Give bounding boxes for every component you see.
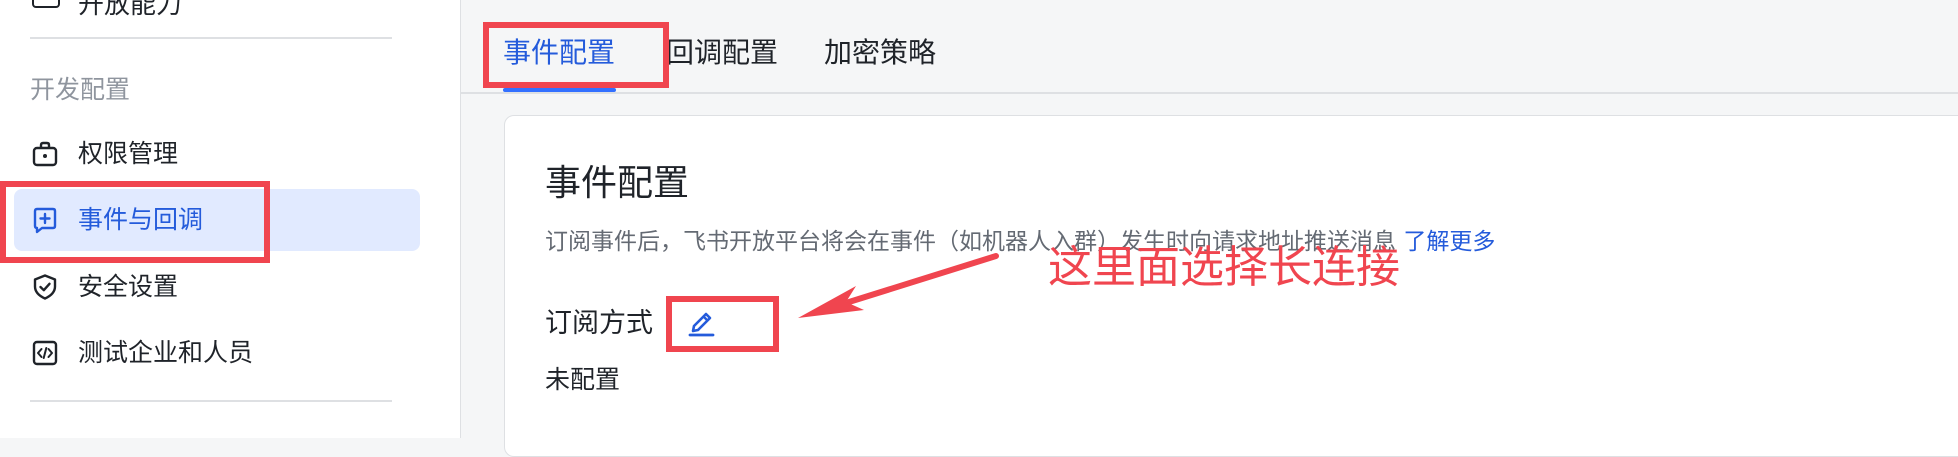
sidebar-item-test-enterprise[interactable]: 测试企业和人员 — [14, 322, 420, 384]
sidebar-item-permissions[interactable]: 权限管理 — [14, 123, 420, 185]
pencil-icon[interactable] — [686, 306, 716, 338]
tab-encryption-strategy[interactable]: 加密策略 — [824, 33, 936, 73]
tab-event-config[interactable]: 事件配置 — [503, 33, 615, 73]
sidebar-item-label: 测试企业和人员 — [78, 338, 254, 367]
sidebar: 开放能力 开发配置 权限管理 事件与回调 安全设置 测试企业和人员 — [0, 0, 461, 438]
annotation-text: 这里面选择长连接 — [1048, 242, 1400, 293]
sidebar-item-security[interactable]: 安全设置 — [14, 256, 420, 318]
sidebar-divider — [30, 400, 392, 402]
sidebar-item-label: 事件与回调 — [78, 205, 204, 234]
sidebar-divider — [30, 37, 392, 39]
tab-callback-config[interactable]: 回调配置 — [666, 33, 778, 73]
active-tab-indicator — [503, 88, 616, 92]
sidebar-item-label: 权限管理 — [78, 139, 179, 168]
event-plus-icon — [33, 207, 57, 234]
capability-icon — [32, 0, 60, 8]
sidebar-section-title: 开发配置 — [30, 75, 131, 104]
code-box-icon — [32, 340, 58, 366]
tab-bar: 事件配置 回调配置 加密策略 — [461, 0, 1958, 94]
learn-more-link[interactable]: 了解更多 — [1403, 229, 1495, 255]
subscription-method-label: 订阅方式 — [545, 308, 653, 339]
briefcase-icon — [32, 141, 58, 167]
subscription-status: 未配置 — [545, 365, 621, 394]
card-title: 事件配置 — [545, 163, 690, 204]
shield-check-icon — [33, 274, 57, 300]
sidebar-cut-item-label: 开放能力 — [78, 0, 183, 20]
main-content: 事件配置 回调配置 加密策略 — [461, 0, 1958, 457]
sidebar-item-events-callbacks[interactable]: 事件与回调 — [14, 189, 420, 251]
sidebar-item-label: 安全设置 — [78, 272, 179, 301]
